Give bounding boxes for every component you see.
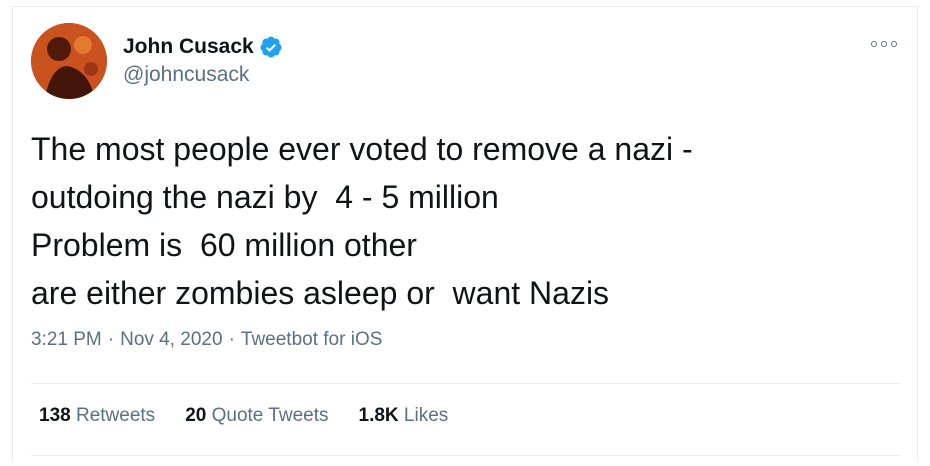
author-handle[interactable]: @johncusack <box>123 63 249 87</box>
quote-tweets-count: 20 <box>185 405 212 426</box>
meta-separator: · <box>228 329 235 350</box>
tweet-time[interactable]: 3:21 PM <box>31 329 102 351</box>
tweet-date[interactable]: Nov 4, 2020 <box>120 329 222 351</box>
retweets-label: Retweets <box>75 405 156 426</box>
author-avatar[interactable] <box>31 23 107 99</box>
tweet-text-line: Problem is 60 million other <box>31 227 417 263</box>
more-dot <box>881 41 887 47</box>
divider <box>31 455 899 456</box>
quote-tweets-label: Quote Tweets <box>211 405 329 426</box>
retweets-stat[interactable]: 138 Retweets <box>39 405 155 427</box>
author-name-row[interactable]: John Cusack <box>123 35 283 59</box>
avatar-image <box>31 23 107 99</box>
tweet-text-line: The most people ever voted to remove a n… <box>31 131 693 167</box>
tweet-metadata: 3:21 PM · Nov 4, 2020 · Tweetbot for iOS <box>31 329 382 351</box>
divider <box>31 383 899 384</box>
tweet-source-link[interactable]: Tweetbot for iOS <box>241 329 383 351</box>
likes-stat[interactable]: 1.8K Likes <box>359 405 449 427</box>
meta-separator: · <box>107 329 115 350</box>
likes-label: Likes <box>403 405 449 426</box>
author-display-name[interactable]: John Cusack <box>123 35 254 59</box>
retweets-count: 138 <box>39 405 76 426</box>
more-dot <box>871 41 877 47</box>
engagement-stats: 138 Retweets 20 Quote Tweets 1.8K Likes <box>39 405 478 427</box>
more-dot <box>891 41 897 47</box>
verified-badge-icon <box>259 35 283 59</box>
tweet-text-line: outdoing the nazi by 4 - 5 million <box>31 179 499 215</box>
tweet-text-line: are either zombies asleep or want Nazis <box>31 275 610 311</box>
quote-tweets-stat[interactable]: 20 Quote Tweets <box>185 405 328 427</box>
tweet-card: John Cusack @johncusack The most people … <box>12 6 918 462</box>
likes-count: 1.8K <box>358 405 404 426</box>
more-options-icon[interactable] <box>871 39 897 49</box>
tweet-text: The most people ever voted to remove a n… <box>31 125 891 317</box>
